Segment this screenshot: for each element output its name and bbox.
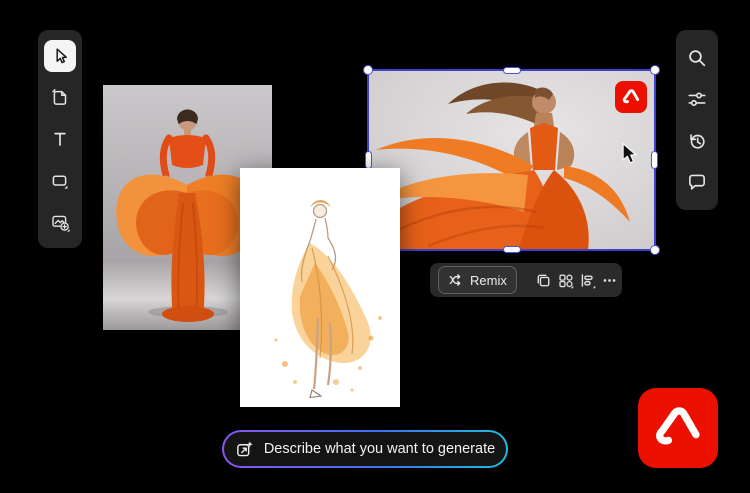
left-toolbar bbox=[38, 30, 82, 248]
remix-label: Remix bbox=[470, 273, 507, 288]
canvas-image-sketch[interactable] bbox=[240, 168, 400, 407]
align-button[interactable] bbox=[579, 268, 596, 292]
selection-handle-right[interactable] bbox=[651, 151, 658, 169]
remix-shuffle-icon bbox=[448, 272, 464, 288]
more-options-icon bbox=[601, 272, 618, 289]
add-media-icon bbox=[50, 212, 70, 232]
arrange-button[interactable] bbox=[557, 268, 574, 292]
generate-image-icon bbox=[235, 440, 254, 459]
comment-button[interactable] bbox=[684, 169, 710, 195]
remix-button[interactable]: Remix bbox=[438, 266, 517, 294]
right-toolbar bbox=[676, 30, 718, 210]
tool-media[interactable] bbox=[44, 206, 76, 238]
align-icon bbox=[579, 272, 596, 289]
selection-handle-bottom-right[interactable] bbox=[650, 245, 660, 255]
mouse-cursor bbox=[621, 142, 639, 166]
generate-placeholder: Describe what you want to generate bbox=[264, 441, 495, 457]
selection-handle-top[interactable] bbox=[503, 67, 521, 74]
tool-document[interactable] bbox=[44, 81, 76, 113]
document-page-icon bbox=[50, 87, 70, 107]
history-icon bbox=[686, 130, 708, 152]
selection-handle-top-right[interactable] bbox=[650, 65, 660, 75]
selection-handle-left[interactable] bbox=[365, 151, 372, 169]
adobe-express-logo-icon bbox=[651, 401, 705, 455]
adjustments-icon bbox=[686, 88, 708, 110]
history-button[interactable] bbox=[684, 128, 710, 154]
tool-text[interactable] bbox=[44, 123, 76, 155]
selection-toolbar: Remix bbox=[430, 263, 622, 297]
search-icon bbox=[686, 47, 708, 69]
selection-handle-top-left[interactable] bbox=[363, 65, 373, 75]
tool-select[interactable] bbox=[44, 40, 76, 72]
search-button[interactable] bbox=[684, 45, 710, 71]
duplicate-icon bbox=[535, 272, 552, 289]
duplicate-button[interactable] bbox=[535, 268, 552, 292]
adobe-express-logo bbox=[638, 388, 718, 468]
selection-handle-bottom[interactable] bbox=[503, 246, 521, 253]
tool-shapes[interactable] bbox=[44, 165, 76, 197]
comment-icon bbox=[686, 171, 708, 193]
app-canvas: Remix bbox=[0, 0, 750, 493]
select-cursor-icon bbox=[50, 46, 70, 66]
arrange-grid-icon bbox=[557, 272, 574, 289]
more-options-button[interactable] bbox=[601, 268, 618, 292]
adjustments-button[interactable] bbox=[684, 86, 710, 112]
text-tool-icon bbox=[50, 129, 70, 149]
generate-bar[interactable]: Describe what you want to generate bbox=[222, 430, 508, 468]
shapes-tool-icon bbox=[50, 171, 70, 191]
generate-input[interactable]: Describe what you want to generate bbox=[224, 432, 506, 466]
selection-frame[interactable] bbox=[367, 69, 656, 251]
